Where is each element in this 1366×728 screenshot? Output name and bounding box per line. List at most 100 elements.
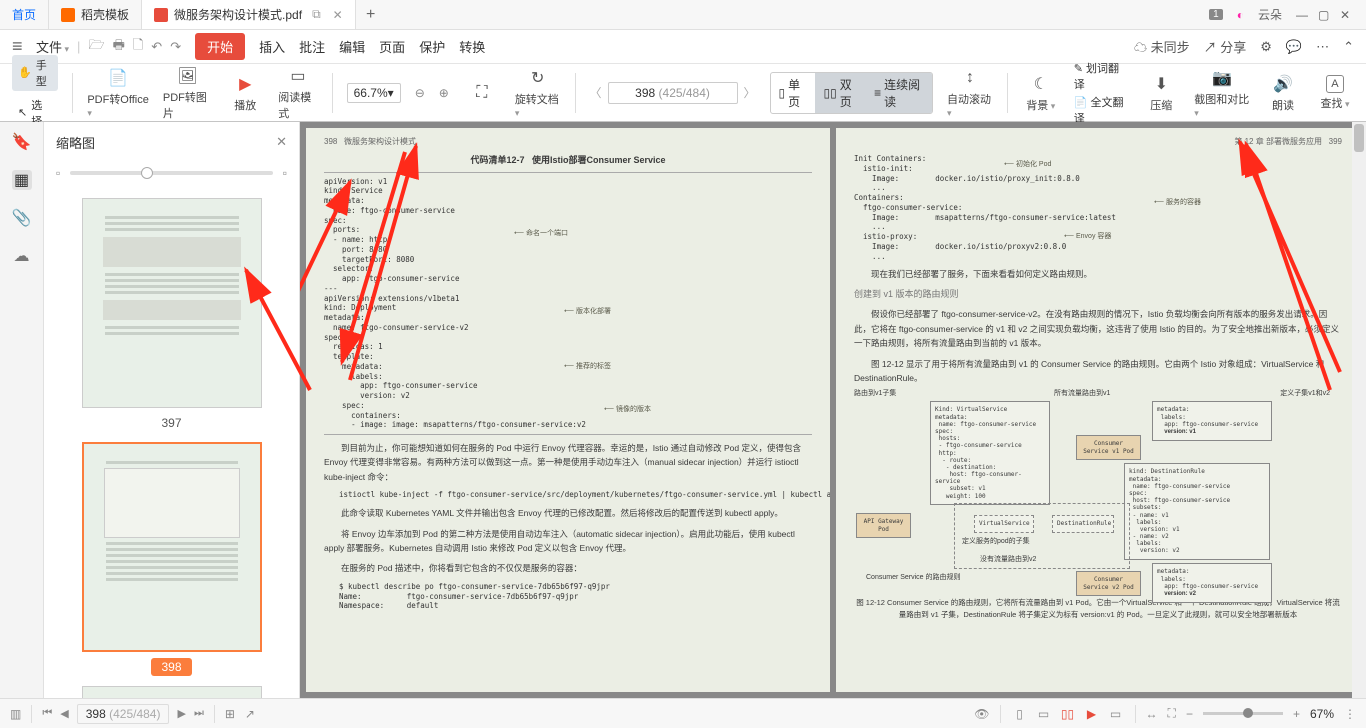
user-name[interactable]: 云朵 xyxy=(1258,6,1282,23)
status-more-icon[interactable]: ⋮ xyxy=(1344,707,1356,721)
status-sidebar-icon[interactable]: ▥ xyxy=(10,707,21,721)
fit-page-icon[interactable]: ⛶ xyxy=(1168,706,1176,721)
sidebar-thumbnails: 缩略图 ✕ ▫ ▫ 397 xyxy=(44,122,300,698)
thumbnail-size-slider[interactable] xyxy=(70,171,272,175)
menu-bar: 文件 | 🗁 🖶 🗋 ↶ ↷ 开始 插入 批注 编辑 页面 保护 转换 ☁ 未同… xyxy=(0,30,1366,64)
autoscroll-button[interactable]: ↕自动滚动 xyxy=(947,67,993,119)
thumbnails-list[interactable]: 397 398 xyxy=(44,188,299,698)
more-icon[interactable]: ⋯ xyxy=(1316,39,1329,55)
convert-office-icon: 📄 xyxy=(107,67,129,89)
zoom-slider[interactable] xyxy=(1203,712,1283,715)
menu-convert[interactable]: 转换 xyxy=(459,37,485,56)
pdf-to-image[interactable]: 🖼PDF转图片 xyxy=(163,65,212,121)
add-page-icon[interactable]: ⊞ xyxy=(225,707,235,721)
fit-width-icon[interactable]: ↔ xyxy=(1146,707,1158,721)
menu-page[interactable]: 页面 xyxy=(379,37,405,56)
translate-sel-label: 划词翻译 xyxy=(1074,63,1119,91)
layout-double[interactable]: ▯▯ 双页 xyxy=(815,73,866,113)
menu-insert[interactable]: 插入 xyxy=(259,37,285,56)
nav-prev-icon[interactable]: ◀ xyxy=(60,707,68,720)
zoom-out-icon[interactable]: ⊖ xyxy=(415,86,425,100)
translate-full[interactable]: 📄 全文翻译 xyxy=(1074,94,1129,126)
tab-doc-label: 微服务架构设计模式.pdf xyxy=(174,6,302,23)
zoom-in-icon[interactable]: ⊕ xyxy=(439,86,449,100)
menu-edit[interactable]: 编辑 xyxy=(339,37,365,56)
tab-template[interactable]: 稻壳模板 xyxy=(49,0,142,29)
pdf-to-office[interactable]: 📄PDF转Office xyxy=(87,67,149,119)
screenshot-button[interactable]: 📷截图和对比 xyxy=(1194,67,1250,119)
zoom-out-status[interactable]: − xyxy=(1186,707,1193,721)
menu-annotate[interactable]: 批注 xyxy=(299,37,325,56)
view-mode-1[interactable]: ▯ xyxy=(1011,705,1029,723)
notification-badge[interactable]: 1 xyxy=(1209,9,1223,20)
menu-start[interactable]: 开始 xyxy=(195,33,245,60)
autoscroll-label: 自动滚动 xyxy=(947,91,993,119)
thumbnail-399[interactable] xyxy=(54,686,289,698)
zoom-input[interactable]: 66.7% ▾ xyxy=(347,83,401,103)
settings-icon[interactable]: ⚙ xyxy=(1260,39,1272,55)
rotate-button[interactable]: ↻旋转文档 xyxy=(515,67,561,119)
view-mode-2[interactable]: ▭ xyxy=(1035,705,1053,723)
background-button[interactable]: ☾背景 xyxy=(1022,73,1060,113)
sync-status[interactable]: ☁ 未同步 xyxy=(1134,37,1190,56)
bookmark-icon[interactable]: 🔖 xyxy=(12,132,32,152)
read-mode-button[interactable]: ▭阅读模式 xyxy=(278,65,318,121)
translate-selection[interactable]: ✎ 划词翻译 xyxy=(1074,60,1129,92)
compress-button[interactable]: ⬇压缩 xyxy=(1142,73,1180,113)
layout-continuous[interactable]: ≡ 连续阅读 xyxy=(866,73,932,113)
menu-protect[interactable]: 保护 xyxy=(419,37,445,56)
view-mode-play[interactable]: ▶ xyxy=(1083,705,1101,723)
compress-label: 压缩 xyxy=(1150,97,1172,113)
nav-next-icon[interactable]: ▶ xyxy=(177,707,185,720)
new-tab-button[interactable]: + xyxy=(356,0,386,29)
cloud-icon[interactable]: ☁ xyxy=(12,246,32,266)
redo-icon[interactable]: ↷ xyxy=(170,39,181,55)
template-icon xyxy=(61,8,75,22)
attachment-icon[interactable]: 📎 xyxy=(12,208,32,228)
hand-tool[interactable]: ✋手型 xyxy=(12,55,58,91)
window-maximize-icon[interactable]: ▢ xyxy=(1318,8,1332,22)
thumbnail-397[interactable]: 397 xyxy=(54,198,289,432)
zoom-in-status[interactable]: + xyxy=(1293,707,1300,721)
help-icon[interactable]: 💬 xyxy=(1286,39,1302,55)
print-icon[interactable]: 🖶 xyxy=(113,36,125,58)
export-page-icon[interactable]: ↗ xyxy=(245,707,255,721)
play-button[interactable]: ▶播放 xyxy=(226,73,264,113)
collapse-ribbon-icon[interactable]: ⌃ xyxy=(1343,39,1354,55)
window-minimize-icon[interactable]: — xyxy=(1296,8,1310,22)
save-icon[interactable]: 🗋 xyxy=(133,36,143,58)
vertical-scrollbar[interactable] xyxy=(1352,122,1366,698)
page-prev-icon[interactable]: 〈 xyxy=(590,84,602,101)
view-mode-book[interactable]: ▭ xyxy=(1107,705,1125,723)
read-aloud-button[interactable]: 🔊朗读 xyxy=(1264,73,1302,113)
page-next-icon[interactable]: 〉 xyxy=(744,84,756,101)
share-button[interactable]: ↗ 分享 xyxy=(1204,37,1247,56)
page-input[interactable]: 398 (425/484) xyxy=(608,82,738,104)
status-page-input[interactable]: 398 (425/484) xyxy=(77,704,170,724)
open-icon[interactable]: 🗁 xyxy=(88,36,104,58)
view-mode-3[interactable]: ▯▯ xyxy=(1059,705,1077,723)
tab-home[interactable]: 首页 xyxy=(0,0,49,29)
background-label: 背景 xyxy=(1026,97,1055,113)
eye-icon[interactable]: 👁 xyxy=(974,707,989,721)
nav-first-icon[interactable]: ⏮ xyxy=(42,707,52,720)
nav-last-icon[interactable]: ⏭ xyxy=(194,707,204,720)
status-page-total: (425/484) xyxy=(109,707,160,721)
thumb-label-397: 397 xyxy=(151,414,191,432)
window-close-icon[interactable]: ✕ xyxy=(1340,8,1354,22)
thumbnail-398[interactable]: 398 xyxy=(54,442,289,676)
find-button[interactable]: A查找 xyxy=(1316,75,1354,111)
undo-icon[interactable]: ↶ xyxy=(151,39,162,55)
tab-close-icon[interactable]: ✕ xyxy=(333,8,343,22)
layout-single[interactable]: ▯ 单页 xyxy=(771,73,816,113)
menu-file[interactable]: 文件 xyxy=(36,37,69,56)
tab-document[interactable]: 微服务架构设计模式.pdf ⧉ ✕ xyxy=(142,0,356,29)
document-view[interactable]: 398 微服务架构设计模式 代码清单12-7 使用Istio部署Consumer… xyxy=(300,122,1366,698)
sidebar-close-icon[interactable]: ✕ xyxy=(276,134,287,150)
pdf-icon xyxy=(154,8,168,22)
zoom-percent[interactable]: 67% xyxy=(1310,707,1334,721)
tab-restore-icon[interactable]: ⧉ xyxy=(312,7,321,22)
thumbnail-icon[interactable]: ▦ xyxy=(12,170,32,190)
fit-button[interactable]: ⛶ xyxy=(463,82,501,104)
user-avatar-icon[interactable]: ◐ xyxy=(1237,8,1244,22)
